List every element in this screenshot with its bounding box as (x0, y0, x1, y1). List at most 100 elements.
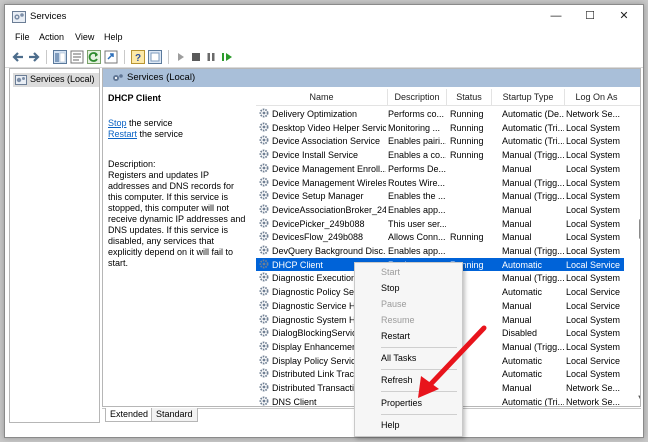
maximize-button[interactable]: ☐ (573, 5, 607, 29)
menu-item-stop[interactable]: Stop (355, 281, 462, 296)
column-status[interactable]: Status (447, 89, 492, 106)
row-log-on-as: Local System (566, 328, 621, 339)
scroll-down-arrow[interactable]: ▼ (637, 395, 640, 401)
table-row[interactable]: DevQuery Background Disc... Enables app..… (256, 244, 624, 258)
gear-icon (259, 327, 269, 337)
row-startup-type: Manual (502, 218, 532, 229)
gear-icon (259, 300, 269, 310)
row-description: Enables app... (388, 246, 446, 256)
column-log-on-as[interactable]: Log On As (565, 89, 628, 106)
minimize-button[interactable]: — (539, 5, 573, 29)
stop-service-icon[interactable] (190, 50, 202, 64)
view-icon[interactable] (148, 50, 162, 64)
menu-item-all-tasks[interactable]: All Tasks › (355, 351, 462, 366)
pause-service-icon[interactable] (205, 50, 217, 64)
table-row[interactable]: Desktop Video Helper Service Monitoring .… (256, 121, 624, 135)
svg-text:?: ? (135, 53, 141, 64)
gear-icon (259, 396, 269, 406)
row-startup-type: Automatic (502, 355, 543, 366)
export-icon[interactable] (104, 50, 118, 64)
row-status (450, 163, 492, 175)
column-description[interactable]: Description (388, 89, 447, 106)
menu-item-help[interactable]: Help (355, 418, 462, 433)
start-service-icon[interactable] (175, 50, 187, 64)
menu-item-resume[interactable]: Resume (355, 313, 462, 328)
row-startup-type: Manual (502, 204, 532, 215)
gear-icon (259, 286, 269, 296)
menu-view[interactable]: View (75, 32, 94, 42)
row-log-on-as: Local System (566, 136, 621, 147)
stop-service-link[interactable]: Stop (108, 118, 127, 128)
gear-icon (259, 149, 269, 159)
gear-icon (259, 382, 269, 392)
column-startup-type[interactable]: Startup Type (492, 89, 565, 106)
restart-service-icon[interactable] (220, 50, 234, 64)
refresh-icon[interactable] (87, 50, 101, 64)
column-name[interactable]: Name (256, 89, 388, 106)
table-row[interactable]: Device Association Service Enables pairi.… (256, 134, 624, 148)
forward-icon[interactable] (27, 50, 41, 64)
row-name: Device Install Service (272, 150, 359, 161)
row-startup-type: Automatic (Tri... (502, 136, 564, 147)
service-name: DHCP Client (108, 93, 161, 103)
row-log-on-as: Local System (566, 341, 621, 352)
gear-icon (259, 272, 269, 282)
row-log-on-as: Network Se... (566, 109, 621, 119)
table-row[interactable]: Device Install Service Enables a co... Run… (256, 148, 624, 162)
tab-extended[interactable]: Extended (105, 408, 154, 422)
console-tree-icon[interactable] (53, 50, 67, 64)
menu-item-pause[interactable]: Pause (355, 297, 462, 312)
row-description: Enables app... (388, 204, 446, 215)
row-log-on-as: Local System (566, 246, 621, 256)
row-status: Running (450, 232, 484, 243)
gear-icon (259, 341, 269, 351)
row-startup-type: Automatic (De... (502, 109, 564, 119)
menu-item-start[interactable]: Start (355, 265, 462, 280)
row-status (450, 190, 492, 202)
pane-header-label: Services (Local) (127, 72, 196, 83)
row-status (450, 245, 492, 257)
row-status (450, 204, 492, 216)
table-row[interactable]: DevicePicker_249b088 This user ser... Manu… (256, 217, 624, 231)
row-description: Enables a co... (388, 150, 446, 161)
table-row[interactable]: Device Management Wireles... Routes Wire.… (256, 176, 624, 190)
row-startup-type: Manual (502, 232, 532, 243)
menu-separator (381, 391, 457, 392)
row-log-on-as: Local System (566, 122, 621, 133)
row-status: Running (450, 109, 484, 119)
row-startup-type: Manual (Trigg... (502, 341, 564, 352)
menu-separator (381, 414, 457, 415)
properties-icon[interactable] (70, 50, 84, 64)
gear-icon (259, 204, 269, 214)
table-row[interactable]: Delivery Optimization Performs co... Runni… (256, 107, 624, 121)
menu-item-properties[interactable]: Properties (355, 396, 462, 411)
row-startup-type: Automatic (502, 259, 543, 270)
back-icon[interactable] (11, 50, 25, 64)
row-description: Enables pairi... (388, 136, 446, 147)
table-row[interactable]: Device Management Enroll... Performs De..… (256, 162, 624, 176)
table-row[interactable]: Device Setup Manager Enables the ... Manua… (256, 189, 624, 203)
tab-standard[interactable]: Standard (151, 408, 198, 422)
table-row[interactable]: DevicesFlow_249b088 Allows Conn... Running… (256, 230, 624, 244)
tree-node-services-local[interactable]: Services (Local) (13, 73, 99, 87)
table-header: Name Description Status Startup Type Log… (256, 89, 640, 106)
table-row[interactable]: DeviceAssociationBroker_24... Enables app… (256, 203, 624, 217)
row-log-on-as: Local System (566, 177, 621, 188)
restart-service-link[interactable]: Restart (108, 129, 137, 139)
help-icon[interactable]: ? (131, 50, 145, 64)
menu-file[interactable]: File (15, 32, 30, 42)
vertical-scrollbar-thumb[interactable] (639, 219, 640, 239)
menu-item-refresh[interactable]: Refresh (355, 373, 462, 388)
tree-node-label: Services (Local) (30, 74, 95, 84)
menu-separator (381, 369, 457, 370)
row-startup-type: Manual (Trigg... (502, 246, 564, 256)
row-description: Routes Wire... (388, 177, 446, 188)
row-log-on-as: Network Se... (566, 396, 621, 407)
menu-item-restart[interactable]: Restart (355, 329, 462, 344)
menu-action[interactable]: Action (39, 32, 64, 42)
row-log-on-as: Local Service (566, 355, 621, 366)
row-log-on-as: Local Service (566, 287, 621, 298)
menu-help[interactable]: Help (104, 32, 123, 42)
description-label: Description: (108, 159, 156, 169)
close-button[interactable]: ✕ (607, 5, 641, 29)
